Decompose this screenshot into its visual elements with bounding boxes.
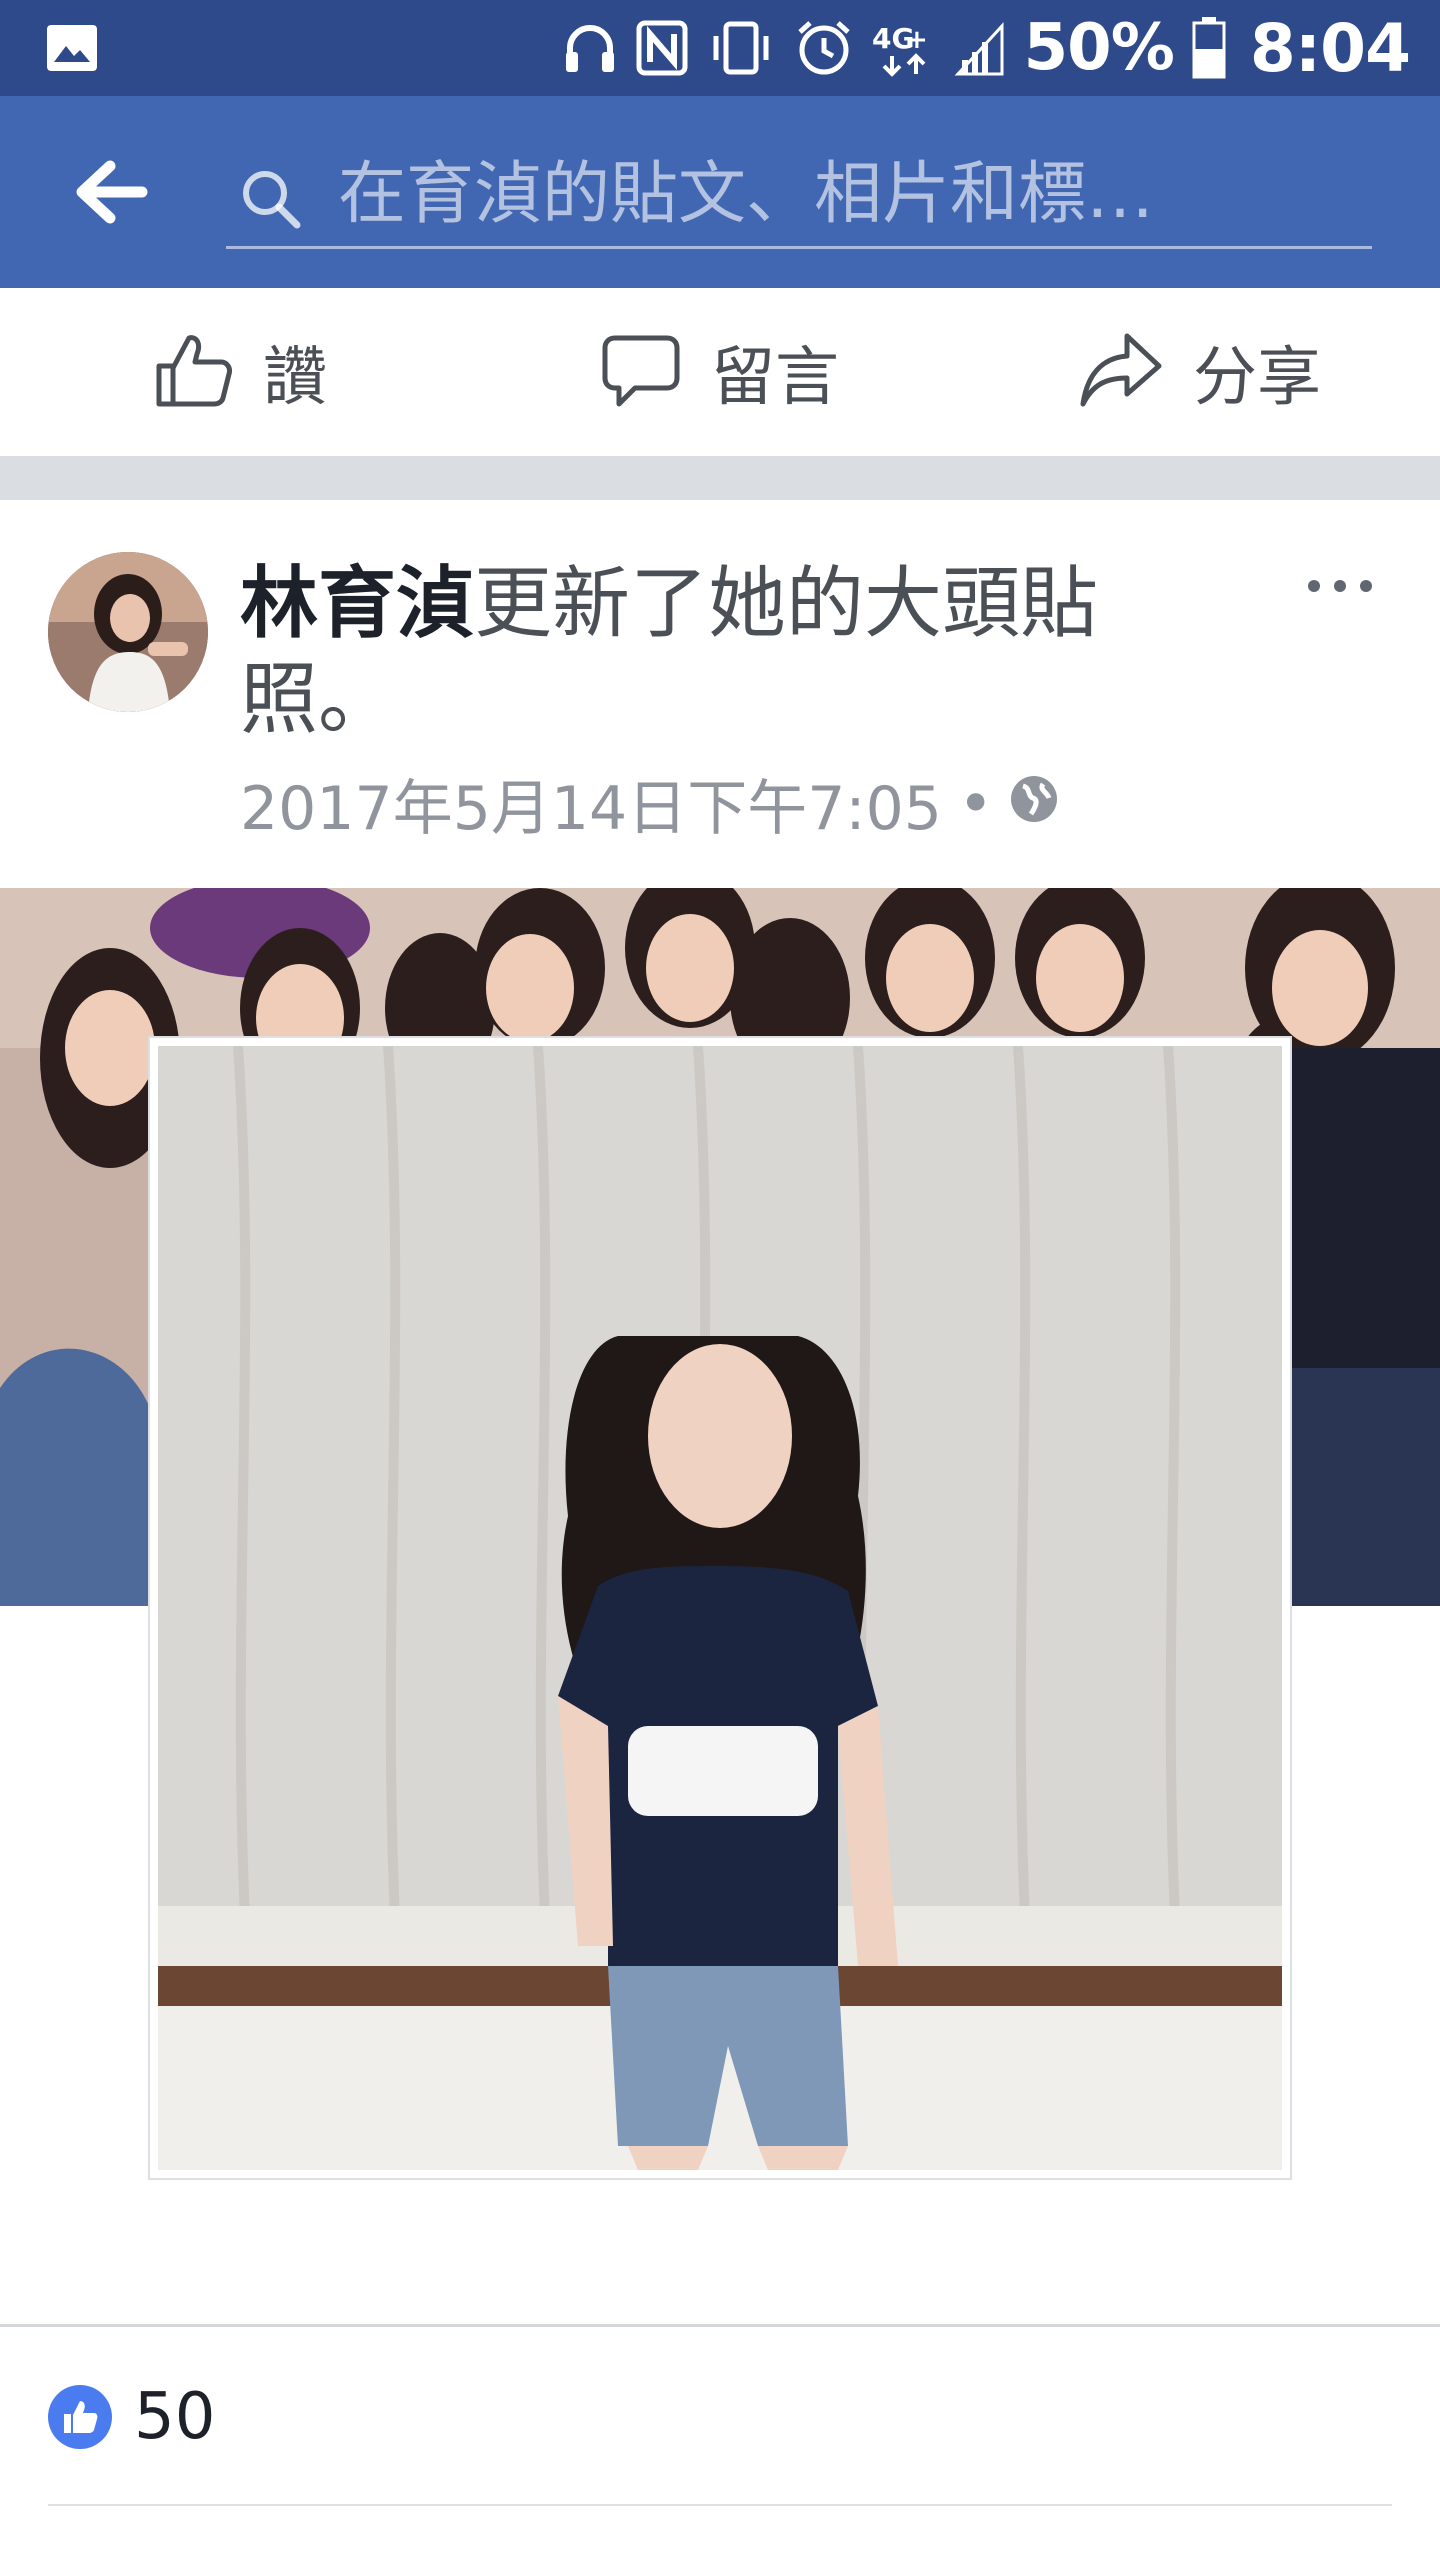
alarm-icon [794,18,854,78]
nfc-icon [636,20,688,76]
like-label: 讚 [263,341,327,415]
search-bar[interactable] [226,146,1372,249]
battery-percent: 50% [1023,11,1175,85]
more-options-icon[interactable] [1304,566,1376,606]
like-count: 50 [134,2380,216,2454]
clock: 8:04 [1249,9,1411,87]
comment-button[interactable]: 留言 [480,288,960,456]
post-timestamp[interactable]: 2017年5月14日下午7:05 [240,760,942,847]
share-arrow-icon [1079,330,1163,414]
status-bar: 4G + 50% 8:04 [0,0,1440,96]
comment-label: 留言 [711,341,839,415]
battery-icon [1192,17,1226,79]
like-reaction-icon [48,2385,112,2449]
post-card: 林育湞更新了她的大頭貼照。 2017年5月14日下午7:05 • 50 [0,500,1440,2560]
back-arrow-icon[interactable] [70,156,150,228]
post-title: 林育湞更新了她的大頭貼照。 [240,556,1240,748]
post-actions-bar: 讚 留言 分享 [0,288,1440,456]
post-meta: 2017年5月14日下午7:05 • [240,760,1059,847]
globe-icon [1009,769,1059,839]
search-header [0,96,1440,288]
profile-picture[interactable] [148,1036,1292,2180]
search-icon [240,168,302,230]
content-divider [0,2324,1440,2327]
avatar[interactable] [48,552,208,712]
image-icon [46,24,98,72]
signal-icon [954,20,1006,76]
comment-bubble-icon [601,330,681,414]
svg-text:+: + [906,25,928,55]
like-button[interactable]: 讚 [0,288,480,456]
section-separator [0,456,1440,500]
share-button[interactable]: 分享 [960,288,1440,456]
thumbs-up-icon [153,330,233,414]
meta-separator: • [957,768,994,839]
headphones-icon [562,20,618,76]
vibrate-icon [706,20,776,76]
reaction-summary[interactable]: 50 [48,2380,215,2454]
author-name[interactable]: 林育湞 [240,559,474,649]
network-4g-icon: 4G + [872,18,936,78]
reactions-divider [48,2504,1392,2506]
share-label: 分享 [1193,341,1321,415]
search-input[interactable] [336,150,1360,240]
